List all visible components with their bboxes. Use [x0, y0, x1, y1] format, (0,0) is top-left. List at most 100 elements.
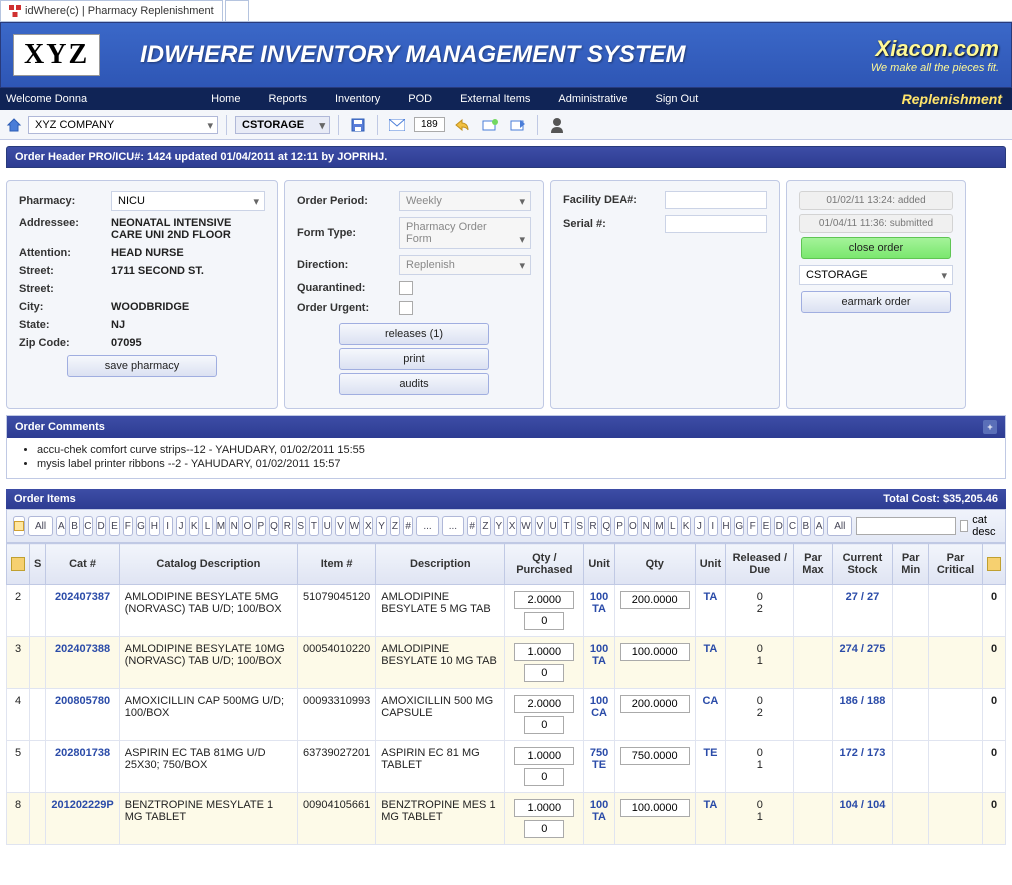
- pharmacy-select[interactable]: NICU: [111, 191, 265, 211]
- filter-y[interactable]: Y: [494, 516, 504, 536]
- add-comment-icon[interactable]: +: [983, 420, 997, 434]
- col-header[interactable]: Qty: [614, 544, 695, 585]
- filter-n[interactable]: N: [229, 516, 239, 536]
- filter-e[interactable]: E: [761, 516, 771, 536]
- filter-r[interactable]: R: [588, 516, 598, 536]
- nav-admin[interactable]: Administrative: [544, 93, 641, 105]
- cat-number[interactable]: 202407388: [46, 637, 119, 689]
- cat-number[interactable]: 200805780: [46, 689, 119, 741]
- qty-purchased-sec-input[interactable]: [524, 820, 564, 838]
- filter-c[interactable]: C: [83, 516, 93, 536]
- send-icon[interactable]: [507, 114, 529, 136]
- filter-m[interactable]: M: [654, 516, 664, 536]
- filter-n[interactable]: N: [641, 516, 651, 536]
- col-header[interactable]: Qty / Purchased: [505, 544, 584, 585]
- filter-b[interactable]: B: [69, 516, 79, 536]
- filter-o[interactable]: O: [242, 516, 252, 536]
- filter-h[interactable]: H: [721, 516, 731, 536]
- dea-input[interactable]: [665, 191, 767, 209]
- filter-i[interactable]: I: [163, 516, 173, 536]
- filter-k[interactable]: K: [681, 516, 691, 536]
- compose-icon[interactable]: [479, 114, 501, 136]
- filter-j[interactable]: J: [694, 516, 704, 536]
- qty-purchased-sec-input[interactable]: [524, 612, 564, 630]
- col-header[interactable]: Unit: [584, 544, 614, 585]
- qty-purchased-sec-input[interactable]: [524, 716, 564, 734]
- releases-button[interactable]: releases (1): [339, 323, 489, 345]
- qty-purchased-sec-input[interactable]: [524, 664, 564, 682]
- close-order-button[interactable]: close order: [801, 237, 951, 259]
- filter-e[interactable]: E: [109, 516, 119, 536]
- nav-reports[interactable]: Reports: [254, 93, 321, 105]
- filter-a[interactable]: A: [814, 516, 824, 536]
- filter-y[interactable]: Y: [376, 516, 386, 536]
- filter-s[interactable]: S: [575, 516, 585, 536]
- earmark-order-button[interactable]: earmark order: [801, 291, 951, 313]
- cat-number[interactable]: 202801738: [46, 741, 119, 793]
- filter-all[interactable]: All: [28, 516, 53, 536]
- filter-l[interactable]: L: [668, 516, 678, 536]
- filter-...[interactable]: ...: [416, 516, 438, 536]
- filter-k[interactable]: K: [189, 516, 199, 536]
- serial-input[interactable]: [665, 215, 767, 233]
- filter-l[interactable]: L: [202, 516, 212, 536]
- col-header[interactable]: Cat #: [46, 544, 119, 585]
- qty-purchased-input[interactable]: [514, 643, 574, 661]
- col-header[interactable]: [7, 544, 30, 585]
- filter-o[interactable]: O: [628, 516, 638, 536]
- filter-b[interactable]: B: [801, 516, 811, 536]
- period-select[interactable]: Weekly: [399, 191, 531, 211]
- filter-c[interactable]: C: [787, 516, 797, 536]
- mail-icon[interactable]: [386, 114, 408, 136]
- qty-purchased-sec-input[interactable]: [524, 768, 564, 786]
- filter-h[interactable]: H: [149, 516, 159, 536]
- filter-f[interactable]: F: [747, 516, 757, 536]
- note-toggle[interactable]: [13, 516, 25, 536]
- filter-p[interactable]: P: [614, 516, 624, 536]
- nav-pod[interactable]: POD: [394, 93, 446, 105]
- storage-select[interactable]: CSTORAGE: [235, 116, 330, 134]
- col-header[interactable]: [983, 544, 1006, 585]
- col-header[interactable]: Current Stock: [832, 544, 893, 585]
- audits-button[interactable]: audits: [339, 373, 489, 395]
- nav-signout[interactable]: Sign Out: [641, 93, 712, 105]
- nav-home[interactable]: Home: [197, 93, 254, 105]
- filter-d[interactable]: D: [774, 516, 784, 536]
- qty-purchased-input[interactable]: [514, 591, 574, 609]
- col-header[interactable]: Catalog Description: [119, 544, 297, 585]
- filter-...[interactable]: ...: [442, 516, 464, 536]
- qty-purchased-input[interactable]: [514, 695, 574, 713]
- col-header[interactable]: Unit: [695, 544, 725, 585]
- filter-u[interactable]: U: [548, 516, 558, 536]
- new-tab[interactable]: [225, 0, 249, 21]
- qty-purchased-input[interactable]: [514, 747, 574, 765]
- col-header[interactable]: Par Min: [893, 544, 929, 585]
- filter-m[interactable]: M: [216, 516, 226, 536]
- urgent-checkbox[interactable]: [399, 301, 413, 315]
- catdesc-checkbox[interactable]: [960, 520, 969, 532]
- filter-i[interactable]: I: [708, 516, 718, 536]
- col-header[interactable]: Par Max: [794, 544, 832, 585]
- filter-v[interactable]: V: [335, 516, 345, 536]
- cat-number[interactable]: 201202229P: [46, 793, 119, 845]
- qty-input[interactable]: [620, 747, 690, 765]
- current-stock[interactable]: 274 / 275: [832, 637, 893, 689]
- filter-z[interactable]: Z: [480, 516, 490, 536]
- home-icon[interactable]: [6, 117, 22, 133]
- qty-input[interactable]: [620, 643, 690, 661]
- filter-g[interactable]: G: [136, 516, 146, 536]
- filter-w[interactable]: W: [520, 516, 531, 536]
- filter-z[interactable]: Z: [390, 516, 400, 536]
- save-icon[interactable]: [347, 114, 369, 136]
- qty-input[interactable]: [620, 695, 690, 713]
- user-icon[interactable]: [546, 114, 568, 136]
- current-stock[interactable]: 172 / 173: [832, 741, 893, 793]
- qty-input[interactable]: [620, 799, 690, 817]
- filter-search-input[interactable]: [856, 517, 956, 535]
- filter-q[interactable]: Q: [601, 516, 611, 536]
- filter-v[interactable]: V: [535, 516, 545, 536]
- company-select[interactable]: XYZ COMPANY: [28, 116, 218, 134]
- action-storage-select[interactable]: CSTORAGE: [799, 265, 953, 285]
- filter-d[interactable]: D: [96, 516, 106, 536]
- col-header[interactable]: Description: [376, 544, 505, 585]
